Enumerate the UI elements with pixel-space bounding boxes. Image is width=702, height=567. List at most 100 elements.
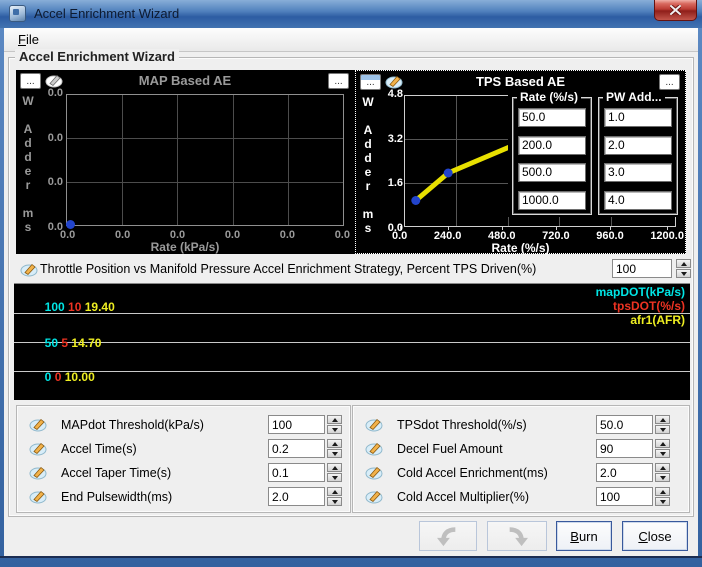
accel-taper-time-spinner[interactable]	[327, 463, 342, 482]
mapdot-threshold-input[interactable]	[268, 415, 325, 434]
undo-arrow-icon	[433, 525, 463, 547]
afr-scale-max: 19.40	[85, 300, 115, 314]
map-chart-title: MAP Based AE	[16, 73, 354, 88]
setting-row-end-pulsewidth: End Pulsewidth(ms)	[25, 487, 342, 506]
accel-taper-time-label: Accel Taper Time(s)	[61, 466, 268, 480]
close-button[interactable]	[654, 0, 697, 21]
map-scale-min: 0	[45, 370, 52, 384]
tps-scale-min: 0	[55, 370, 62, 384]
decel-fuel-amount-input[interactable]	[596, 439, 653, 458]
afr-scale-min: 10.00	[65, 370, 95, 384]
rate-cell[interactable]: 50.0	[518, 108, 586, 127]
redo-button[interactable]	[487, 521, 547, 551]
menu-file[interactable]: File	[10, 30, 47, 49]
tps-scale-max: 10	[68, 300, 81, 314]
tps-based-ae-panel: ... TPS Based AE ... W A d d e r m s 4.8…	[355, 70, 686, 254]
cold-accel-multiplier-label: Cold Accel Multiplier(%)	[397, 490, 596, 504]
rate-column: Rate (%/s) 50.0 200.0 500.0 1000.0	[512, 97, 592, 215]
pw-adder-column-header: PW Add...	[603, 90, 665, 104]
tps-settings-group: TPSdot Threshold(%/s) Decel Fuel Amount …	[352, 405, 690, 513]
strategy-spinner[interactable]	[676, 259, 691, 278]
edit-pencil-icon	[365, 465, 383, 480]
edit-pencil-icon	[29, 417, 47, 432]
edit-pencil-icon	[365, 417, 383, 432]
tps-detach-button[interactable]: ...	[659, 74, 680, 90]
strip-legend: mapDOT(kPa/s) tpsDOT(%/s) afr1(AFR)	[596, 285, 685, 327]
accel-enrichment-wizard-window: Accel Enrichment Wizard File Accel Enric…	[0, 0, 702, 567]
mapdot-threshold-label: MAPdot Threshold(kPa/s)	[61, 418, 268, 432]
setting-row-accel-taper-time: Accel Taper Time(s)	[25, 463, 342, 482]
tps-y-ticks: 4.8 3.2 1.6 0.0	[373, 88, 403, 234]
map-ytick: 0.0	[48, 176, 63, 188]
tps-curve-table: Rate (%/s) 50.0 200.0 500.0 1000.0 PW Ad…	[508, 95, 680, 217]
edit-pencil-icon	[29, 465, 47, 480]
pw-cell[interactable]: 3.0	[604, 163, 672, 182]
tpsdot-threshold-label: TPSdot Threshold(%/s)	[397, 418, 596, 432]
app-icon	[9, 5, 26, 22]
tps-ytick: 4.8	[388, 88, 403, 100]
accel-time-input[interactable]	[268, 439, 325, 458]
burn-button[interactable]: Burn	[556, 521, 612, 551]
map-ytick: 0.0	[48, 132, 63, 144]
accel-time-label: Accel Time(s)	[61, 442, 268, 456]
rate-cell[interactable]: 1000.0	[518, 191, 586, 210]
tpsdot-threshold-spinner[interactable]	[655, 415, 670, 434]
rate-cell[interactable]: 500.0	[518, 163, 586, 182]
pw-cell[interactable]: 2.0	[604, 136, 672, 155]
setting-row-cold-accel-multiplier: Cold Accel Multiplier(%)	[361, 487, 670, 506]
cold-accel-multiplier-input[interactable]	[596, 487, 653, 506]
edit-pencil-icon	[29, 441, 47, 456]
map-scale-max: 100	[45, 300, 65, 314]
decel-fuel-amount-spinner[interactable]	[655, 439, 670, 458]
setting-row-tpsdot-threshold: TPSdot Threshold(%/s)	[361, 415, 670, 434]
rate-cell[interactable]: 200.0	[518, 136, 586, 155]
map-scale-mid: 50	[45, 336, 58, 350]
pw-cell[interactable]: 4.0	[604, 191, 672, 210]
setting-row-cold-accel-enrichment: Cold Accel Enrichment(ms)	[361, 463, 670, 482]
window-title: Accel Enrichment Wizard	[34, 6, 179, 21]
tps-ytick: 1.6	[388, 177, 403, 189]
accel-time-spinner[interactable]	[327, 439, 342, 458]
strategy-label: Throttle Position vs Manifold Pressure A…	[40, 262, 536, 276]
mapdot-threshold-spinner[interactable]	[327, 415, 342, 434]
end-pulsewidth-label: End Pulsewidth(ms)	[61, 490, 268, 504]
decel-fuel-amount-label: Decel Fuel Amount	[397, 442, 596, 456]
legend-tpsdot: tpsDOT(%/s)	[596, 299, 685, 313]
map-ytick: 0.0	[48, 87, 63, 99]
setting-row-accel-time: Accel Time(s)	[25, 439, 342, 458]
pw-adder-column: PW Add... 1.0 2.0 3.0 4.0	[598, 97, 678, 215]
title-bar[interactable]: Accel Enrichment Wizard	[0, 0, 702, 28]
cold-accel-enrichment-label: Cold Accel Enrichment(ms)	[397, 466, 596, 480]
edit-pencil-icon	[29, 489, 47, 504]
legend-afr1: afr1(AFR)	[596, 313, 685, 327]
cold-accel-enrichment-spinner[interactable]	[655, 463, 670, 482]
cold-accel-enrichment-input[interactable]	[596, 463, 653, 482]
accel-taper-time-input[interactable]	[268, 463, 325, 482]
pw-cell[interactable]: 1.0	[604, 108, 672, 127]
end-pulsewidth-input[interactable]	[268, 487, 325, 506]
edit-pencil-icon	[365, 441, 383, 456]
charts-region: ... MAP Based AE ... W A d d e r m s 0.0…	[16, 70, 686, 254]
edit-pencil-icon	[365, 489, 383, 504]
afr-scale-mid: 14.70	[71, 336, 101, 350]
cold-accel-multiplier-spinner[interactable]	[655, 487, 670, 506]
setting-row-decel-fuel: Decel Fuel Amount	[361, 439, 670, 458]
strategy-value-input[interactable]	[612, 259, 672, 278]
strip-scale-bottom: 0 0 10.00	[18, 356, 95, 398]
rate-column-header: Rate (%/s)	[517, 90, 581, 104]
end-pulsewidth-spinner[interactable]	[327, 487, 342, 506]
legend-mapdot: mapDOT(kPa/s)	[596, 285, 685, 299]
tps-ytick: 3.2	[388, 133, 403, 145]
tps-scale-mid: 5	[61, 336, 68, 350]
map-curve-point[interactable]	[66, 220, 75, 229]
tpsdot-threshold-input[interactable]	[596, 415, 653, 434]
redo-arrow-icon	[502, 525, 532, 547]
map-y-ticks: 0.0 0.0 0.0 0.0	[33, 87, 63, 233]
wizard-group-title: Accel Enrichment Wizard	[15, 49, 179, 64]
setting-row-mapdot-threshold: MAPdot Threshold(kPa/s)	[25, 415, 342, 434]
undo-button[interactable]	[419, 521, 477, 551]
close-icon	[670, 5, 681, 15]
close-dialog-button[interactable]: Close	[622, 521, 688, 551]
map-detach-button[interactable]: ...	[328, 73, 349, 89]
map-plot-area[interactable]	[66, 94, 344, 226]
